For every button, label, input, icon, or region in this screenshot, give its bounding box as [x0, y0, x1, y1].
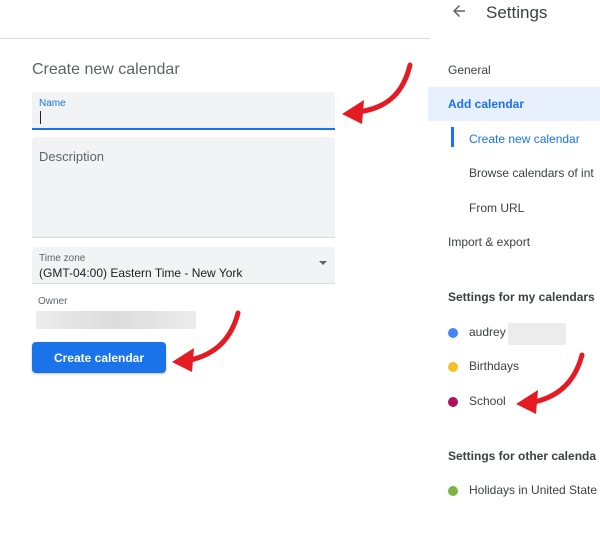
calendar-color-dot — [448, 486, 458, 496]
arrow-back-icon[interactable] — [450, 2, 468, 20]
calendar-item-audrey[interactable]: audrey — [469, 325, 506, 339]
create-calendar-button[interactable]: Create calendar — [32, 342, 166, 373]
settings-title: Settings — [486, 3, 548, 22]
text-cursor — [40, 111, 41, 124]
dropdown-arrow-icon — [319, 261, 327, 265]
name-field[interactable]: Name — [32, 92, 335, 130]
nav-create-new-calendar[interactable]: Create new calendar — [469, 132, 580, 146]
active-indicator — [451, 127, 454, 147]
header-divider — [0, 38, 430, 39]
nav-add-calendar[interactable]: Add calendar — [448, 97, 524, 111]
nav-general[interactable]: General — [448, 63, 491, 77]
calendar-color-dot — [448, 362, 458, 372]
annotation-arrow-icon — [342, 62, 413, 124]
calendar-color-dot — [448, 328, 458, 338]
description-field[interactable]: Description — [32, 137, 335, 238]
my-calendars-heading: Settings for my calendars — [448, 290, 595, 304]
timezone-value: (GMT-04:00) Eastern Time - New York — [39, 266, 243, 280]
calendar-name-redacted — [508, 323, 566, 345]
nav-from-url[interactable]: From URL — [469, 201, 524, 215]
annotation-arrow-icon — [516, 352, 585, 414]
calendar-item-school[interactable]: School — [469, 394, 506, 408]
calendar-color-dot — [448, 397, 458, 407]
owner-label: Owner — [38, 296, 68, 307]
timezone-select[interactable]: Time zone (GMT-04:00) Eastern Time - New… — [32, 247, 335, 284]
form-title: Create new calendar — [32, 61, 180, 78]
timezone-label: Time zone — [39, 253, 86, 264]
calendar-item-holidays[interactable]: Holidays in United State — [469, 483, 597, 497]
description-placeholder: Description — [39, 149, 105, 164]
nav-browse-calendars[interactable]: Browse calendars of int — [469, 166, 594, 180]
other-calendars-heading: Settings for other calenda — [448, 449, 597, 463]
annotation-arrow-icon — [172, 310, 241, 372]
name-label: Name — [39, 98, 66, 109]
nav-import-export[interactable]: Import & export — [448, 235, 530, 249]
